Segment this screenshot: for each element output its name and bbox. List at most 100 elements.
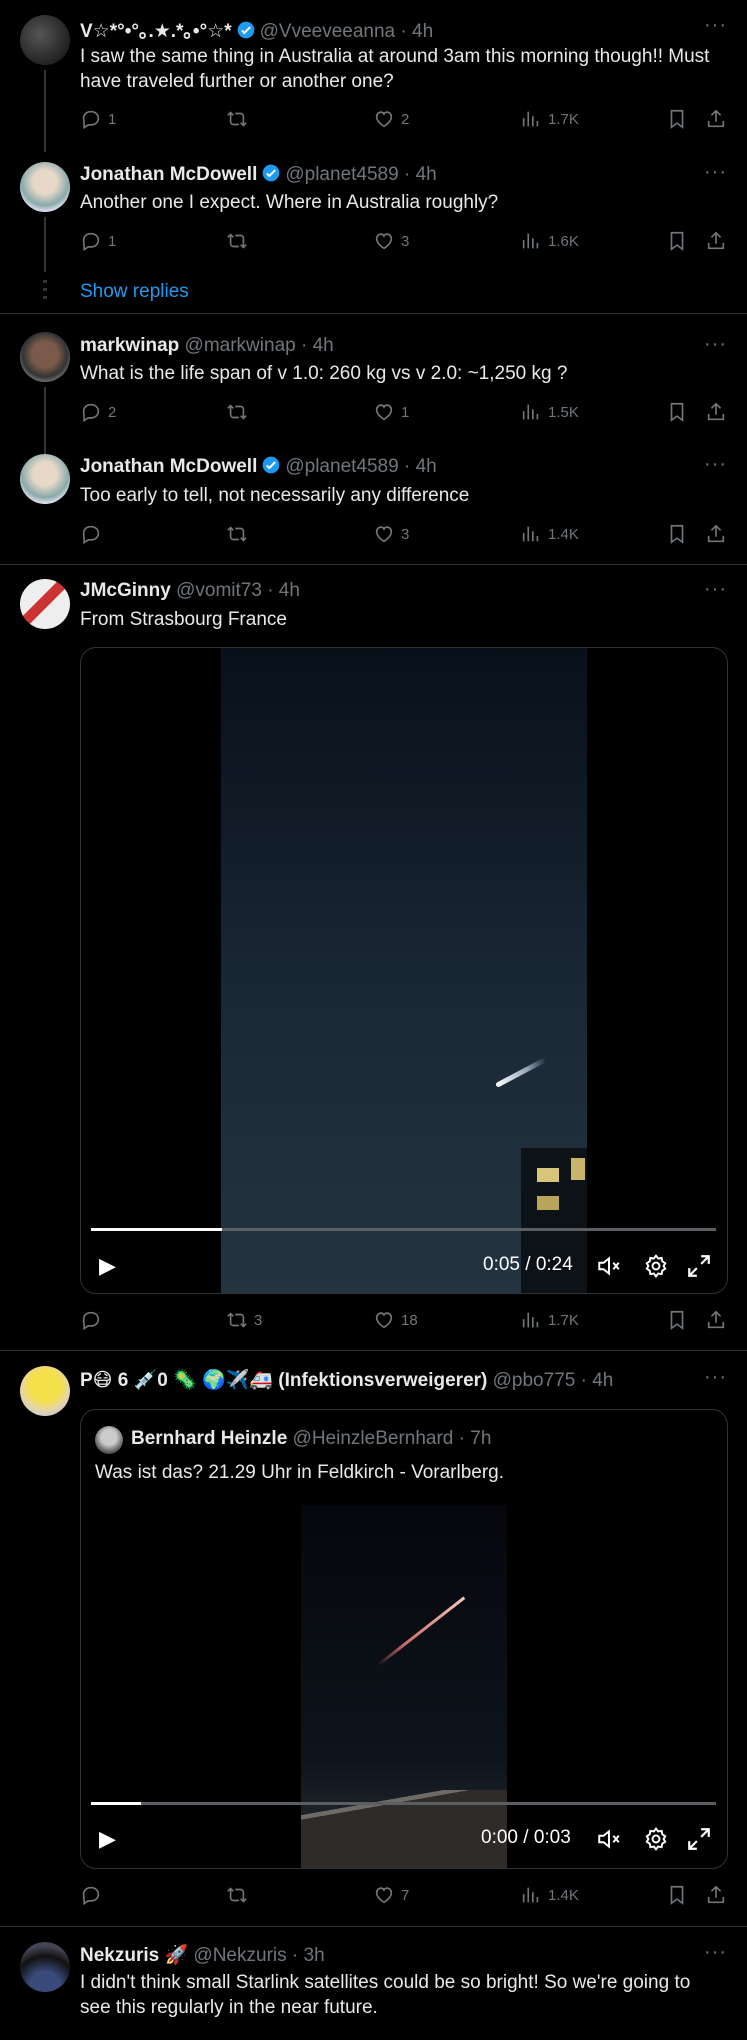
fullscreen-icon[interactable]	[686, 1826, 712, 1852]
avatar[interactable]	[20, 1942, 70, 1992]
reply-icon	[80, 401, 102, 423]
timestamp[interactable]: · 4h	[404, 456, 437, 477]
display-name[interactable]: markwinap	[80, 335, 179, 356]
views-button[interactable]: 1.6K	[520, 230, 579, 252]
handle[interactable]: @markwinap	[185, 335, 296, 356]
quote-avatar[interactable]	[95, 1426, 123, 1454]
timestamp[interactable]: · 4h	[404, 164, 437, 185]
reply-button[interactable]: 1	[80, 230, 116, 252]
handle[interactable]: @pbo775	[493, 1370, 576, 1391]
handle[interactable]: @vomit73	[176, 580, 262, 601]
bookmark-button[interactable]	[666, 1309, 688, 1331]
tweet-header: Jonathan McDowell @planet4589 · 4h	[80, 455, 437, 478]
views-button[interactable]: 1.4K	[520, 1884, 579, 1906]
views-icon	[520, 1884, 542, 1906]
bookmark-button[interactable]	[666, 401, 688, 423]
retweet-icon	[226, 230, 248, 252]
more-icon[interactable]: ···	[704, 14, 727, 37]
views-button[interactable]: 1.7K	[520, 1309, 579, 1331]
display-name[interactable]: Jonathan McDowell	[80, 164, 257, 185]
thread-line	[44, 70, 46, 152]
avatar[interactable]	[20, 15, 70, 65]
more-icon[interactable]: ···	[704, 333, 727, 356]
like-button[interactable]: 2	[373, 108, 409, 130]
display-name[interactable]: Jonathan McDowell	[80, 456, 257, 477]
quoted-tweet[interactable]: Bernhard Heinzle @HeinzleBernhard · 7h W…	[80, 1409, 728, 1869]
handle[interactable]: @planet4589	[285, 456, 398, 477]
more-icon[interactable]: ···	[704, 578, 727, 601]
avatar[interactable]	[20, 579, 70, 629]
display-name[interactable]: JMcGinny	[80, 580, 171, 601]
views-button[interactable]: 1.4K	[520, 523, 579, 545]
mute-icon[interactable]	[596, 1253, 622, 1279]
retweet-button[interactable]	[226, 1884, 254, 1906]
share-button[interactable]	[705, 230, 727, 252]
reply-button[interactable]	[80, 1884, 108, 1906]
timestamp[interactable]: · 4h	[400, 21, 433, 42]
timestamp[interactable]: · 4h	[267, 580, 300, 601]
bookmark-icon	[666, 401, 688, 423]
settings-icon[interactable]	[643, 1253, 669, 1279]
like-button[interactable]: 1	[373, 401, 409, 423]
share-button[interactable]	[705, 523, 727, 545]
retweet-button[interactable]	[226, 108, 254, 130]
reply-button[interactable]: 1	[80, 108, 116, 130]
show-replies-link[interactable]: Show replies	[80, 281, 189, 303]
timestamp[interactable]: · 4h	[581, 1370, 614, 1391]
retweet-button[interactable]	[226, 230, 254, 252]
more-icon[interactable]: ···	[704, 453, 727, 476]
handle[interactable]: @Nekzuris	[193, 1945, 286, 1966]
retweet-button[interactable]	[226, 523, 254, 545]
views-button[interactable]: 1.7K	[520, 108, 579, 130]
reply-button[interactable]: 2	[80, 401, 116, 423]
display-name[interactable]: Nekzuris 🚀	[80, 1945, 188, 1966]
quote-handle[interactable]: @HeinzleBernhard	[293, 1428, 454, 1449]
play-icon[interactable]: ▶	[99, 1253, 116, 1279]
display-name[interactable]: P😷 6 💉0 🦠 🌍✈️🚑 (Infektionsverweigerer)	[80, 1370, 487, 1391]
share-icon	[705, 401, 727, 423]
more-icon[interactable]: ···	[704, 1366, 727, 1389]
video-player[interactable]: ▶ 0:05 / 0:24	[80, 647, 728, 1294]
bookmark-button[interactable]	[666, 523, 688, 545]
more-icon[interactable]: ···	[704, 1941, 727, 1964]
like-button[interactable]: 3	[373, 230, 409, 252]
retweet-icon	[226, 401, 248, 423]
retweet-button[interactable]	[226, 401, 254, 423]
handle[interactable]: @Vveeveeanna	[260, 21, 396, 42]
share-button[interactable]	[705, 1309, 727, 1331]
like-button[interactable]: 3	[373, 523, 409, 545]
fullscreen-icon[interactable]	[686, 1253, 712, 1279]
bookmark-button[interactable]	[666, 1884, 688, 1906]
share-button[interactable]	[705, 1884, 727, 1906]
like-button[interactable]: 18	[373, 1309, 418, 1331]
handle[interactable]: @planet4589	[285, 164, 398, 185]
reply-button[interactable]	[80, 1309, 108, 1331]
avatar[interactable]	[20, 454, 70, 504]
like-button[interactable]: 7	[373, 1884, 409, 1906]
bookmark-icon	[666, 1309, 688, 1331]
display-name[interactable]: V☆*°•°｡.★.*｡•°☆*	[80, 21, 232, 42]
reply-button[interactable]	[80, 523, 108, 545]
share-button[interactable]	[705, 108, 727, 130]
bookmark-button[interactable]	[666, 230, 688, 252]
avatar[interactable]	[20, 162, 70, 212]
bookmark-icon	[666, 108, 688, 130]
avatar[interactable]	[20, 332, 70, 382]
quote-timestamp[interactable]: · 7h	[459, 1428, 492, 1449]
bookmark-button[interactable]	[666, 108, 688, 130]
settings-icon[interactable]	[643, 1826, 669, 1852]
quote-display-name[interactable]: Bernhard Heinzle	[131, 1428, 287, 1449]
play-icon[interactable]: ▶	[99, 1826, 116, 1852]
action-bar: 1 2 1.7K	[80, 108, 727, 134]
mute-icon[interactable]	[596, 1826, 622, 1852]
avatar[interactable]	[20, 1366, 70, 1416]
like-icon	[373, 401, 395, 423]
timestamp[interactable]: · 4h	[301, 335, 334, 356]
views-button[interactable]: 1.5K	[520, 401, 579, 423]
video-progress[interactable]	[91, 1228, 716, 1231]
retweet-button[interactable]: 3	[226, 1309, 262, 1331]
timestamp[interactable]: · 3h	[292, 1945, 325, 1966]
video-progress[interactable]	[91, 1802, 716, 1805]
more-icon[interactable]: ···	[704, 161, 727, 184]
share-button[interactable]	[705, 401, 727, 423]
